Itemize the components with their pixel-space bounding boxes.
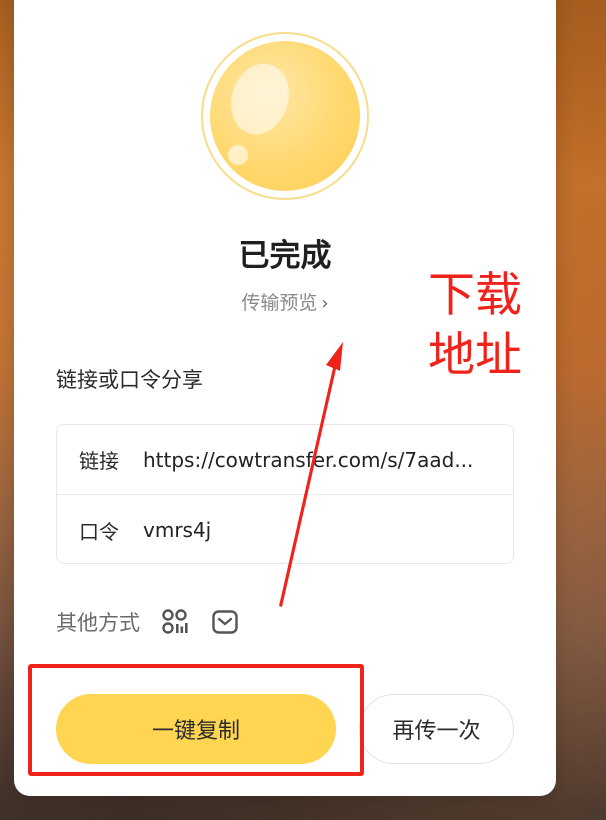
annotation-arrow bbox=[279, 342, 343, 607]
